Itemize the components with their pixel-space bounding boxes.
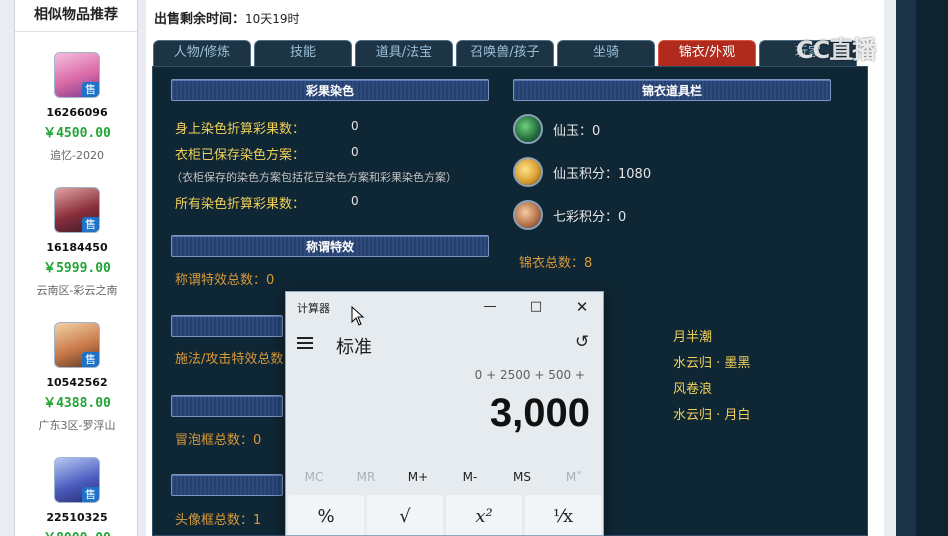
percent-key[interactable]: %	[288, 495, 364, 535]
calculator-title: 计算器	[297, 302, 330, 315]
avatar-frame-header	[171, 474, 283, 496]
page-background-edge	[916, 0, 948, 536]
all-dye-label: 所有染色折算彩果数：	[175, 197, 306, 212]
sell-badge: 售	[82, 352, 99, 367]
bubble-header	[171, 395, 283, 417]
similar-items-sidebar: 相似物品推荐 售 16266096 ￥4500.00 追忆-2020 售 161…	[14, 0, 138, 536]
xianyu-points-value: 仙玉积分：1080	[553, 167, 652, 182]
memory-clear-button[interactable]: MC	[288, 470, 340, 484]
menu-icon[interactable]	[297, 337, 313, 350]
mouse-cursor-icon	[351, 306, 365, 326]
item-id: 16184450	[46, 241, 108, 254]
tab-character[interactable]: 人物/修炼	[153, 40, 251, 66]
minimize-icon[interactable]: —	[467, 292, 513, 322]
item-price: ￥4388.00	[43, 396, 111, 411]
item-id: 22510325	[46, 511, 108, 524]
jinyi-item[interactable]: 水云归 · 墨黑	[673, 352, 750, 371]
qicai-points-value: 七彩积分：0	[553, 210, 627, 225]
item-server: 追忆-2020	[50, 149, 104, 162]
stream-watermark: CC直播	[796, 36, 876, 64]
square-key[interactable]: x²	[446, 495, 522, 535]
dye-section-header: 彩果染色	[171, 79, 489, 101]
close-icon[interactable]: ✕	[559, 292, 603, 322]
all-dye-value: 0	[351, 194, 359, 208]
item-id: 16266096	[46, 106, 108, 119]
recommend-item[interactable]: 售 22510325 ￥8000.00	[15, 457, 139, 536]
calculator-result: 3,000	[489, 391, 590, 435]
jinyi-item[interactable]: 风卷浪	[673, 378, 712, 397]
memory-recall-button[interactable]: MR	[340, 470, 392, 484]
avatar[interactable]: 售	[54, 322, 100, 368]
square-root-key[interactable]: √	[367, 495, 443, 535]
cast-effects-total: 施法/攻击特效总数	[175, 352, 284, 367]
memory-list-button[interactable]: M˅	[548, 470, 600, 484]
xianyu-value: 仙玉：0	[553, 124, 601, 139]
body-dye-value: 0	[351, 119, 359, 133]
item-price: ￥5999.00	[43, 261, 111, 276]
memory-add-button[interactable]: M+	[392, 470, 444, 484]
maximize-icon[interactable]: □	[513, 292, 559, 322]
xianyu-icon	[513, 114, 543, 144]
title-effects-header: 称谓特效	[171, 235, 489, 257]
jinyi-item[interactable]: 月半潮	[673, 326, 712, 345]
calculator-mode: 标准	[336, 337, 372, 358]
avatar[interactable]: 售	[54, 187, 100, 233]
recommend-item[interactable]: 售 16266096 ￥4500.00 追忆-2020	[15, 52, 139, 163]
jinyi-item[interactable]: 水云归 · 月白	[673, 404, 750, 423]
wardrobe-dye-value: 0	[351, 145, 359, 159]
title-effects-total: 称谓特效总数：0	[175, 273, 275, 288]
tab-appearance[interactable]: 锦衣/外观	[658, 40, 756, 66]
body-dye-label: 身上染色折算彩果数：	[175, 122, 306, 137]
bubble-total: 冒泡框总数：0	[175, 433, 262, 448]
item-server: 云南区-彩云之南	[36, 284, 118, 297]
sell-badge: 售	[82, 82, 99, 97]
recommend-item[interactable]: 售 16184450 ￥5999.00 云南区-彩云之南	[15, 187, 139, 298]
reciprocal-key[interactable]: ⅟x	[525, 495, 601, 535]
sidebar-title: 相似物品推荐	[15, 0, 137, 32]
memory-store-button[interactable]: MS	[496, 470, 548, 484]
item-price: ￥8000.00	[15, 527, 139, 536]
item-id: 10542562	[46, 376, 108, 389]
recommend-item[interactable]: 售 10542562 ￥4388.00 广东3区-罗浮山	[15, 322, 139, 433]
tab-summons[interactable]: 召唤兽/孩子	[456, 40, 554, 66]
tab-skills[interactable]: 技能	[254, 40, 352, 66]
xianyu-points-icon	[513, 157, 543, 187]
sell-badge: 售	[82, 217, 99, 232]
page-scrollbar[interactable]	[896, 0, 916, 536]
sale-time-value: 10天19时	[245, 12, 300, 26]
sell-badge: 售	[82, 487, 99, 502]
qicai-points-icon	[513, 200, 543, 230]
wardrobe-items-header: 锦衣道具栏	[513, 79, 831, 101]
sale-remaining-time: 出售剩余时间：10天19时	[154, 8, 300, 27]
calculator-window[interactable]: 计算器 — □ ✕ 标准 ↺ 0 + 2500 + 500 + 3,000 MC…	[285, 291, 604, 536]
wardrobe-dye-label: 衣柜已保存染色方案：	[175, 148, 306, 163]
avatar[interactable]: 售	[54, 52, 100, 98]
avatar-frame-total: 头像框总数：1	[175, 513, 262, 528]
item-server: 广东3区-罗浮山	[38, 419, 116, 432]
avatar[interactable]: 售	[54, 457, 100, 503]
sale-time-label: 出售剩余时间：	[154, 12, 246, 27]
tab-mounts[interactable]: 坐骑	[557, 40, 655, 66]
item-price: ￥4500.00	[43, 126, 111, 141]
cast-effects-header	[171, 315, 283, 337]
calculator-titlebar[interactable]: 计算器 — □ ✕	[286, 292, 603, 322]
history-icon[interactable]: ↺	[575, 332, 589, 352]
calculator-expression: 0 + 2500 + 500 +	[474, 368, 585, 382]
jinyi-total: 锦衣总数：8	[519, 256, 593, 271]
tab-items[interactable]: 道具/法宝	[355, 40, 453, 66]
memory-subtract-button[interactable]: M-	[444, 470, 496, 484]
wardrobe-note: （衣柜保存的染色方案包括花豆染色方案和彩果染色方案）	[171, 171, 457, 184]
